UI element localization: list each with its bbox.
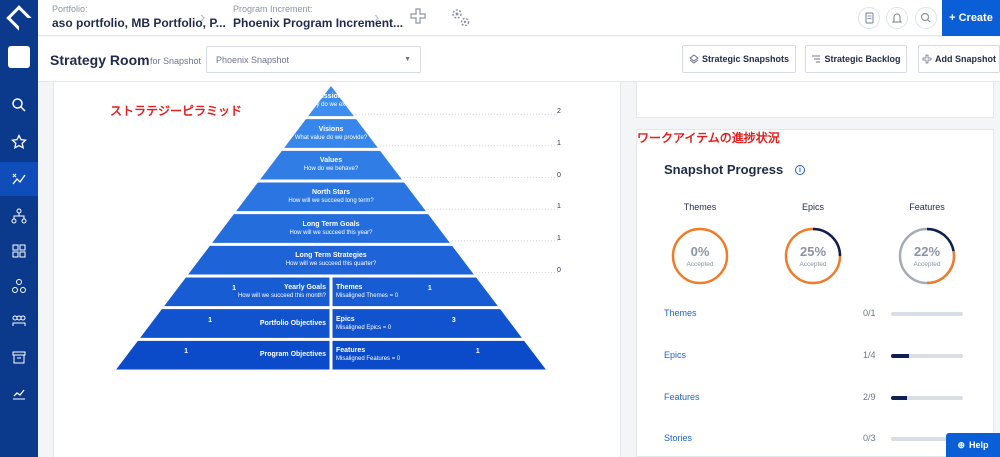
pyramid-level-count: 1	[557, 234, 561, 242]
pyramid-level-count: 2	[557, 108, 561, 116]
pyramid-level-north-stars[interactable]	[236, 182, 426, 212]
pyramid-level-title: North Stars	[311, 188, 351, 196]
progress-row-label[interactable]: Stories	[664, 433, 692, 443]
pyramid-level-count: 1	[557, 139, 561, 147]
progress-gauge[interactable]: 22% Accepted	[897, 226, 957, 286]
split-left-subtitle: How will we succeed this month?	[237, 292, 326, 299]
gauge-accepted-label: Accepted	[913, 261, 941, 268]
strategy-pyramid: Missions Why do we exist? 2 Visions What val…	[0, 0, 1000, 457]
gauge-label: Themes	[683, 202, 717, 212]
split-right-title: Features	[336, 347, 366, 355]
progress-bar-fill	[891, 354, 909, 358]
pyramid-level-title: Long Term Strategies	[295, 252, 367, 260]
pyramid-level-count: 0	[557, 171, 561, 179]
pyramid-level-subtitle: Why do we exist?	[307, 102, 355, 109]
progress-row-label[interactable]: Features	[664, 392, 700, 402]
split-right-subtitle: Misaligned Epics = 0	[336, 324, 392, 331]
pyramid-split-left[interactable]	[164, 277, 330, 307]
pyramid-level-subtitle: How will we succeed long term?	[288, 197, 374, 204]
progress-row-count: 0/1	[863, 308, 876, 318]
pyramid-level-title: Long Term Goals	[302, 220, 360, 228]
split-left-title: Yearly Goals	[283, 283, 326, 291]
gauge-label: Features	[909, 202, 945, 212]
pyramid-level-count: 1	[557, 203, 561, 211]
progress-bar-fill	[891, 396, 907, 400]
pyramid-level-subtitle: How will we succeed this year?	[289, 229, 373, 236]
pyramid-level-subtitle: What value do we provide?	[294, 134, 368, 141]
info-icon[interactable]: i	[795, 165, 805, 175]
split-right-count: 3	[451, 316, 456, 324]
progress-row-count: 0/3	[863, 433, 876, 443]
pyramid-level-missions[interactable]	[308, 86, 354, 117]
split-right-title: Epics	[336, 315, 355, 323]
gauge-percent: 25%	[799, 244, 827, 259]
gauge-label: Epics	[801, 202, 824, 212]
pyramid-level-title: Missions	[316, 93, 346, 101]
split-right-count: 1	[475, 348, 480, 356]
split-right-subtitle: Misaligned Themes = 0	[336, 292, 399, 299]
split-right-title: Themes	[336, 283, 363, 291]
split-left-title: Portfolio Objectives	[259, 319, 326, 327]
pyramid-level-values[interactable]	[260, 150, 402, 180]
progress-row-count: 1/4	[863, 350, 876, 360]
progress-bar	[891, 396, 963, 400]
pyramid-level-subtitle: How will we succeed this quarter?	[285, 261, 377, 268]
pyramid-level-subtitle: How do we behave?	[303, 166, 359, 173]
split-right-subtitle: Misaligned Features = 0	[336, 356, 401, 363]
split-right-count: 1	[427, 284, 432, 292]
progress-bar	[891, 312, 963, 316]
snapshot-progress-title: Snapshot Progress	[664, 162, 784, 177]
help-icon: ⊕	[957, 439, 966, 450]
pyramid-level-long-term-strategies[interactable]	[188, 245, 474, 275]
help-label: Help	[969, 440, 989, 450]
split-left-title: Program Objectives	[259, 351, 326, 359]
gauge-percent: 0%	[690, 244, 710, 259]
pyramid-level-title: Visions	[318, 125, 344, 133]
pyramid-shapes	[116, 86, 560, 370]
gauge-accepted-label: Accepted	[799, 261, 827, 268]
pyramid-level-visions[interactable]	[284, 119, 378, 148]
gauge-percent: 22%	[913, 244, 941, 259]
pyramid-level-long-term-goals[interactable]	[212, 214, 450, 243]
pyramid-level-title: Values	[319, 157, 343, 165]
pyramid-level-count: 0	[557, 266, 561, 274]
pyramid-split-right[interactable]	[332, 277, 498, 307]
progress-bar	[891, 354, 963, 358]
progress-gauge[interactable]: 25% Accepted	[783, 226, 843, 286]
progress-gauge[interactable]: 0% Accepted	[670, 226, 730, 286]
help-button[interactable]: ⊕ Help	[946, 433, 1000, 457]
progress-row-label[interactable]: Epics	[664, 350, 686, 360]
progress-row-label[interactable]: Themes	[664, 308, 697, 318]
progress-row-count: 2/9	[863, 392, 876, 402]
pyramid-split-right[interactable]	[332, 309, 522, 338]
gauge-accepted-label: Accepted	[686, 261, 714, 268]
pyramid-split-right[interactable]	[332, 340, 546, 370]
